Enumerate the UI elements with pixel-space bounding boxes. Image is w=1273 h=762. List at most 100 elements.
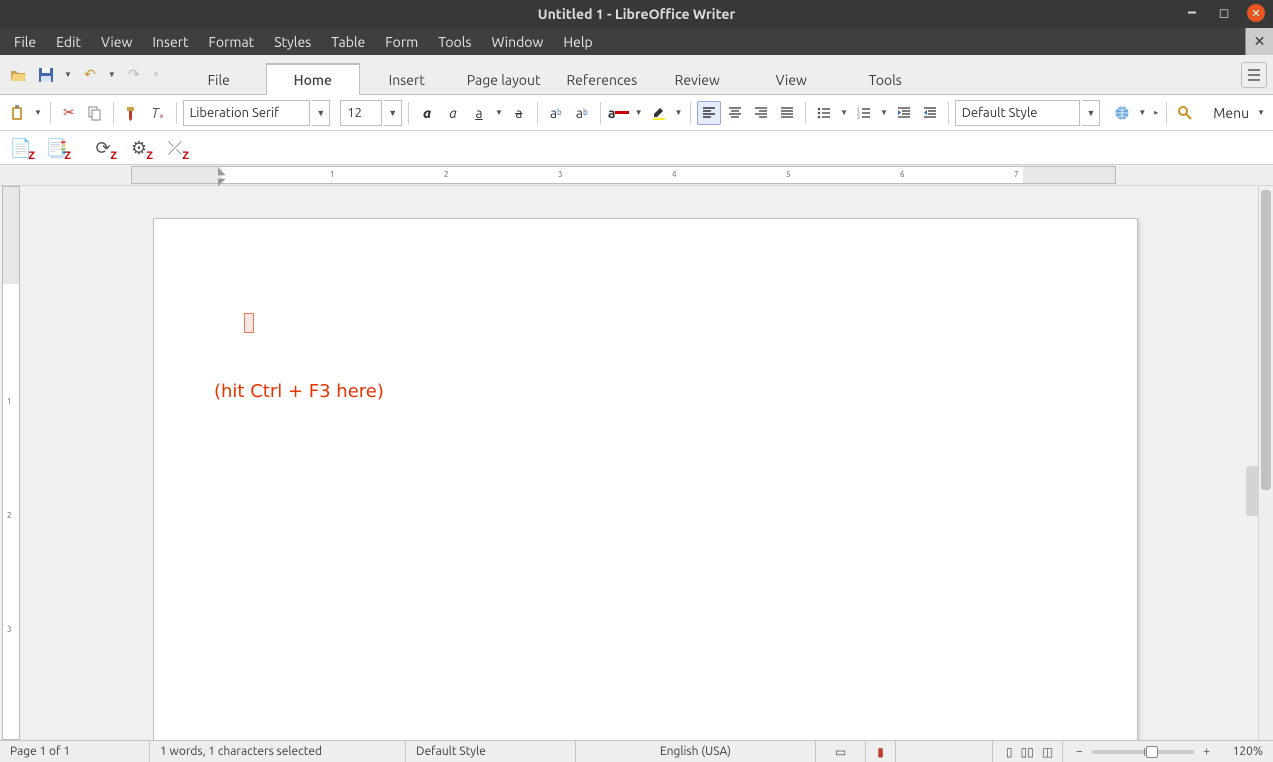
toolbar-menu-label[interactable]: Menu [1209, 105, 1253, 121]
status-page[interactable]: Page 1 of 1 [0, 741, 150, 762]
web-dropdown[interactable]: ▼ [1136, 108, 1148, 117]
vertical-scrollbar[interactable] [1258, 186, 1273, 740]
redo-icon[interactable]: ↷ [122, 63, 146, 87]
highlight-dropdown[interactable]: ▼ [672, 108, 684, 117]
status-zoom-value[interactable]: 120% [1223, 741, 1273, 762]
annotation-text: (hit Ctrl + F3 here) [214, 381, 384, 402]
tab-tools[interactable]: Tools [838, 63, 932, 95]
web-icon[interactable] [1110, 101, 1134, 125]
redo-dropdown[interactable]: ▼ [150, 70, 162, 79]
number-list-icon[interactable]: 123 [852, 101, 876, 125]
save-dropdown[interactable]: ▼ [62, 70, 74, 79]
window-minimize-button[interactable]: ━ [1183, 4, 1201, 22]
document-canvas[interactable]: (hit Ctrl + F3 here) [22, 186, 1258, 740]
italic-icon[interactable]: a [441, 101, 465, 125]
bullet-list-icon[interactable] [812, 101, 836, 125]
zotero-add-note-icon[interactable]: 📑Z [46, 137, 68, 159]
menu-styles[interactable]: Styles [264, 28, 321, 55]
open-icon[interactable] [6, 63, 30, 87]
scrollbar-thumb[interactable] [1261, 190, 1271, 490]
status-selection-mode[interactable]: ▮ [866, 741, 896, 762]
copy-icon[interactable] [83, 101, 107, 125]
paragraph-style-dropdown[interactable]: ▼ [1082, 100, 1100, 126]
menu-tools[interactable]: Tools [428, 28, 481, 55]
font-color-dropdown[interactable]: ▼ [633, 108, 645, 117]
zotero-refresh-icon[interactable]: ⟳Z [92, 137, 114, 159]
zotero-unlink-icon[interactable]: ⤫Z [164, 137, 186, 159]
save-icon[interactable] [34, 63, 58, 87]
undo-icon[interactable]: ↶ [78, 63, 102, 87]
sidebar-toggle-handle[interactable] [1246, 466, 1258, 516]
paste-dropdown[interactable]: ▼ [32, 108, 44, 117]
font-size-dropdown[interactable]: ▼ [384, 100, 402, 126]
tab-insert[interactable]: Insert [360, 63, 454, 95]
clone-formatting-icon[interactable] [120, 101, 144, 125]
zotero-add-citation-icon[interactable]: 📄Z [10, 137, 32, 159]
tab-page-layout[interactable]: Page layout [454, 63, 554, 95]
toolbar-overflow[interactable]: ▸ [1152, 108, 1160, 117]
menu-table[interactable]: Table [321, 28, 375, 55]
menu-form[interactable]: Form [375, 28, 428, 55]
horizontal-ruler-area: ◣ ◤ 1 2 3 4 5 6 7 [0, 165, 1273, 186]
underline-dropdown[interactable]: ▼ [493, 108, 505, 117]
close-document-button[interactable]: ✕ [1245, 28, 1273, 55]
find-icon[interactable] [1173, 101, 1197, 125]
status-page-style[interactable]: Default Style [406, 741, 576, 762]
undo-dropdown[interactable]: ▼ [106, 70, 118, 79]
status-word-count[interactable]: 1 words, 1 characters selected [150, 741, 406, 762]
paste-icon[interactable] [6, 101, 30, 125]
multi-page-icon[interactable]: ▯▯ [1018, 745, 1037, 759]
window-close-button[interactable]: ✕ [1247, 4, 1265, 22]
zoom-out-icon[interactable]: − [1073, 745, 1086, 758]
align-justify-icon[interactable] [775, 101, 799, 125]
bullet-list-dropdown[interactable]: ▼ [838, 108, 850, 117]
tab-view[interactable]: View [744, 63, 838, 95]
menu-view[interactable]: View [91, 28, 142, 55]
paragraph-style-combo[interactable]: Default Style [955, 100, 1081, 126]
underline-icon[interactable]: a [467, 101, 491, 125]
vertical-ruler[interactable]: 1 2 3 [2, 186, 20, 740]
font-name-dropdown[interactable]: ▼ [312, 100, 330, 126]
single-page-icon[interactable]: ▯ [1003, 745, 1016, 759]
bold-icon[interactable]: a [415, 101, 439, 125]
horizontal-ruler[interactable]: ◣ ◤ 1 2 3 4 5 6 7 [131, 166, 1116, 184]
align-center-icon[interactable] [723, 101, 747, 125]
menu-format[interactable]: Format [199, 28, 265, 55]
superscript-icon[interactable]: ab [544, 101, 568, 125]
signature-icon: ▭ [832, 745, 849, 759]
menu-help[interactable]: Help [553, 28, 602, 55]
number-list-dropdown[interactable]: ▼ [878, 108, 890, 117]
status-view-layout[interactable]: ▯ ▯▯ ◫ [993, 741, 1063, 762]
notebook-menu-button[interactable] [1241, 62, 1267, 88]
menu-insert[interactable]: Insert [142, 28, 198, 55]
menu-window[interactable]: Window [481, 28, 553, 55]
page[interactable]: (hit Ctrl + F3 here) [153, 218, 1138, 740]
zoom-slider[interactable] [1092, 750, 1194, 754]
window-maximize-button[interactable]: ◻ [1215, 4, 1233, 22]
zoom-in-icon[interactable]: + [1200, 745, 1213, 758]
tab-file[interactable]: File [172, 63, 266, 95]
zotero-prefs-icon[interactable]: ⚙Z [128, 137, 150, 159]
increase-indent-icon[interactable] [892, 101, 916, 125]
align-left-icon[interactable] [697, 101, 721, 125]
menu-edit[interactable]: Edit [46, 28, 91, 55]
decrease-indent-icon[interactable] [918, 101, 942, 125]
cut-icon[interactable]: ✂ [57, 101, 81, 125]
tab-home[interactable]: Home [266, 63, 360, 95]
toolbar-menu-dropdown[interactable]: ▼ [1255, 108, 1267, 117]
font-color-icon[interactable]: a [607, 101, 631, 125]
menu-file[interactable]: File [4, 28, 46, 55]
subscript-icon[interactable]: ab [570, 101, 594, 125]
book-view-icon[interactable]: ◫ [1039, 745, 1056, 759]
font-size-combo[interactable]: 12 [340, 100, 382, 126]
clear-formatting-icon[interactable]: T× [146, 101, 170, 125]
tab-references[interactable]: References [553, 63, 650, 95]
highlight-icon[interactable] [647, 101, 671, 125]
strikethrough-icon[interactable]: a [507, 101, 531, 125]
status-language[interactable]: English (USA) [576, 741, 816, 762]
align-right-icon[interactable] [749, 101, 773, 125]
status-insert-mode[interactable]: ▭ [816, 741, 866, 762]
tab-review[interactable]: Review [650, 63, 744, 95]
extension-toolbar: 📄Z 📑Z ⟳Z ⚙Z ⤫Z [0, 131, 1273, 165]
font-name-combo[interactable]: Liberation Serif [183, 100, 311, 126]
